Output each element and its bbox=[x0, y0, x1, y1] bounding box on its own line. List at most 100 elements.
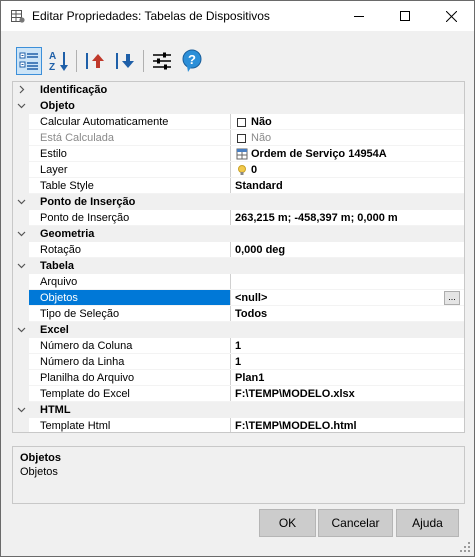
property-row[interactable]: Número da Linha 1 bbox=[13, 354, 464, 370]
row-gutter bbox=[13, 306, 29, 322]
row-gutter bbox=[13, 114, 29, 130]
row-gutter bbox=[13, 274, 29, 290]
row-gutter bbox=[13, 354, 29, 370]
close-button[interactable] bbox=[428, 1, 474, 31]
toolbar-separator bbox=[143, 50, 144, 72]
category-label: Ponto de Inserção bbox=[40, 196, 136, 208]
category-row[interactable]: Ponto de Inserção bbox=[13, 194, 464, 210]
column-divider bbox=[230, 354, 231, 370]
svg-text:A: A bbox=[49, 51, 56, 62]
property-row[interactable]: Calcular Automaticamente Não bbox=[13, 114, 464, 130]
property-row[interactable]: Layer 0 bbox=[13, 162, 464, 178]
column-divider bbox=[230, 274, 231, 290]
column-divider bbox=[230, 418, 231, 432]
column-divider bbox=[230, 370, 231, 386]
property-value[interactable]: 0,000 deg bbox=[235, 242, 285, 258]
property-row[interactable]: Ponto de Inserção 263,215 m; -458,397 m; … bbox=[13, 210, 464, 226]
categorized-button[interactable] bbox=[16, 47, 42, 75]
chevron-right-icon[interactable] bbox=[17, 85, 26, 94]
chevron-down-icon[interactable] bbox=[17, 197, 26, 206]
category-row[interactable]: Geometria bbox=[13, 226, 464, 242]
property-row[interactable]: Template do Excel F:\TEMP\MODELO.xlsx bbox=[13, 386, 464, 402]
property-row[interactable]: Está Calculada Não bbox=[13, 130, 464, 146]
category-row[interactable]: Objeto bbox=[13, 98, 464, 114]
category-label: Geometria bbox=[40, 228, 95, 240]
property-row[interactable]: Planilha do Arquivo Plan1 bbox=[13, 370, 464, 386]
property-value[interactable]: <null> bbox=[235, 290, 267, 306]
sort-alpha-icon: A Z bbox=[49, 51, 68, 72]
property-row[interactable]: Tipo de Seleção Todos bbox=[13, 306, 464, 322]
row-gutter bbox=[13, 290, 29, 306]
chevron-down-icon[interactable] bbox=[17, 261, 26, 270]
ellipsis-button[interactable]: ... bbox=[444, 291, 460, 305]
category-row[interactable]: Identificação bbox=[13, 82, 464, 98]
style-icon bbox=[236, 148, 248, 160]
maximize-icon bbox=[400, 11, 410, 21]
column-divider bbox=[230, 130, 231, 146]
row-gutter bbox=[13, 162, 29, 178]
ok-button[interactable]: OK bbox=[259, 509, 316, 537]
checkbox-icon[interactable] bbox=[236, 132, 248, 144]
row-gutter bbox=[13, 146, 29, 162]
checkbox-icon[interactable] bbox=[236, 116, 248, 128]
property-value[interactable]: F:\TEMP\MODELO.xlsx bbox=[235, 386, 355, 402]
help-button[interactable]: Ajuda bbox=[396, 509, 459, 537]
window-title: Editar Propriedades: Tabelas de Disposit… bbox=[32, 9, 270, 23]
property-value[interactable]: Não bbox=[251, 130, 271, 146]
maximize-button[interactable] bbox=[382, 1, 428, 31]
row-gutter bbox=[13, 370, 29, 386]
property-grid[interactable]: Identificação Objeto Calcular Automaticame… bbox=[12, 81, 465, 433]
property-value[interactable]: Standard bbox=[235, 178, 283, 194]
row-gutter bbox=[13, 242, 29, 258]
help-balloon-button[interactable]: ? bbox=[179, 47, 205, 75]
cancel-button[interactable]: Cancelar bbox=[318, 509, 393, 537]
property-name: Planilha do Arquivo bbox=[40, 372, 135, 384]
property-row[interactable]: Table Style Standard bbox=[13, 178, 464, 194]
row-gutter bbox=[13, 130, 29, 146]
move-down-icon bbox=[116, 53, 134, 69]
settings-sliders-icon bbox=[153, 52, 171, 70]
property-row[interactable]: Número da Coluna 1 bbox=[13, 338, 464, 354]
property-value[interactable]: 1 bbox=[235, 354, 241, 370]
property-value[interactable]: 0 bbox=[251, 162, 257, 178]
sort-alpha-button[interactable]: A Z bbox=[46, 47, 72, 75]
column-divider bbox=[230, 242, 231, 258]
chevron-down-icon[interactable] bbox=[17, 405, 26, 414]
category-row[interactable]: Excel bbox=[13, 322, 464, 338]
row-gutter bbox=[13, 178, 29, 194]
svg-text:?: ? bbox=[188, 52, 196, 67]
help-balloon-icon: ? bbox=[182, 49, 202, 72]
property-row[interactable]: Estilo Ordem de Serviço 14954A bbox=[13, 146, 464, 162]
property-value[interactable]: Não bbox=[251, 114, 272, 130]
column-divider bbox=[230, 290, 231, 306]
property-name: Table Style bbox=[40, 180, 94, 192]
property-value[interactable]: Ordem de Serviço 14954A bbox=[251, 146, 387, 162]
property-row[interactable]: Objetos <null>... bbox=[13, 290, 464, 306]
chevron-down-icon[interactable] bbox=[17, 229, 26, 238]
property-value[interactable]: F:\TEMP\MODELO.html bbox=[235, 418, 357, 432]
toolbar-separator bbox=[76, 50, 77, 72]
property-row[interactable]: Rotação 0,000 deg bbox=[13, 242, 464, 258]
property-value[interactable]: 263,215 m; -458,397 m; 0,000 m bbox=[235, 210, 398, 226]
chevron-down-icon[interactable] bbox=[17, 101, 26, 110]
move-up-button[interactable] bbox=[82, 47, 108, 75]
category-row[interactable]: Tabela bbox=[13, 258, 464, 274]
category-label: Objeto bbox=[40, 100, 75, 112]
property-name: Arquivo bbox=[40, 276, 78, 288]
resize-grip-icon[interactable] bbox=[459, 541, 471, 553]
property-value[interactable]: Plan1 bbox=[235, 370, 264, 386]
column-divider bbox=[230, 386, 231, 402]
move-down-button[interactable] bbox=[112, 47, 138, 75]
settings-button[interactable] bbox=[149, 47, 175, 75]
minimize-button[interactable] bbox=[336, 1, 382, 31]
property-name: Estilo bbox=[40, 148, 67, 160]
category-row[interactable]: HTML bbox=[13, 402, 464, 418]
property-name: Número da Coluna bbox=[40, 340, 133, 352]
property-value[interactable]: 1 bbox=[235, 338, 241, 354]
property-row[interactable]: Arquivo bbox=[13, 274, 464, 290]
help-panel: Objetos Objetos bbox=[12, 446, 465, 504]
property-row[interactable]: Template Html F:\TEMP\MODELO.html bbox=[13, 418, 464, 432]
chevron-down-icon[interactable] bbox=[17, 325, 26, 334]
svg-text:Z: Z bbox=[49, 62, 55, 72]
property-value[interactable]: Todos bbox=[235, 306, 267, 322]
